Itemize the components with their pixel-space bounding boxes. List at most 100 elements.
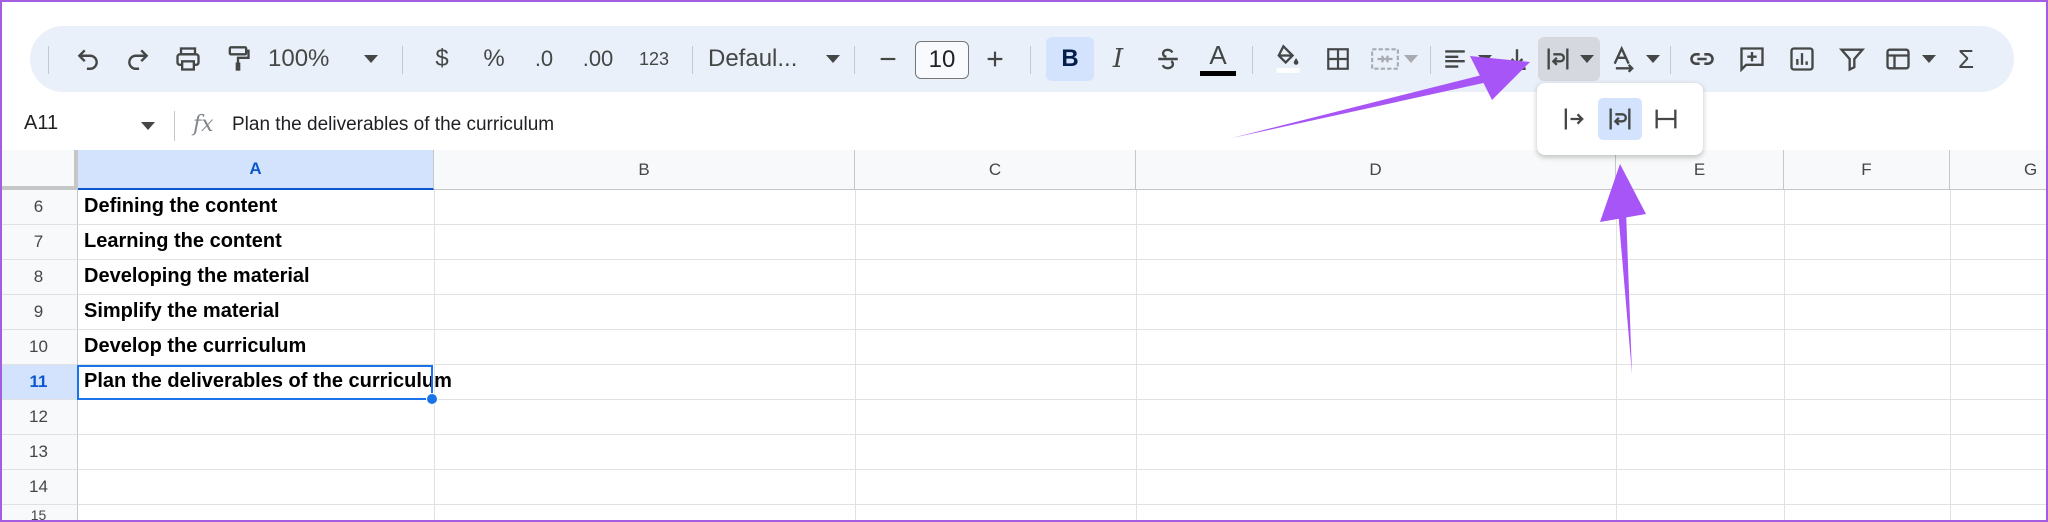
filter-views-button[interactable] [1880, 37, 1940, 81]
toolbar-separator [1430, 46, 1431, 74]
font-size-input[interactable]: 10 [915, 41, 969, 79]
bold-button[interactable]: B [1046, 37, 1094, 81]
table-row [78, 470, 2048, 505]
percent-label: % [483, 45, 505, 72]
borders-icon[interactable] [1316, 37, 1360, 81]
table-row: Simplify the material [78, 295, 2048, 330]
filter-icon[interactable] [1830, 37, 1874, 81]
align-bottom-icon [1508, 49, 1526, 70]
toolbar-separator [1030, 46, 1031, 74]
toolbar-separator [48, 46, 49, 74]
decrease-decimal-label: .0 [534, 46, 554, 71]
overflow-icon[interactable] [1552, 98, 1596, 140]
chevron-down-icon [1646, 55, 1660, 63]
row-header-selected[interactable]: 11 [0, 365, 78, 400]
font-family-value: Defaul... [708, 45, 798, 72]
text-color-button[interactable]: A [1196, 37, 1240, 81]
toolbar-separator [854, 46, 855, 74]
table-row: Defining the content [78, 190, 2048, 225]
row-header[interactable]: 9 [0, 295, 78, 330]
text-wrap-icon [1547, 48, 1569, 70]
fill-handle[interactable] [426, 393, 438, 405]
text-rotation-icon [1613, 45, 1634, 73]
row-header[interactable]: 14 [0, 470, 78, 505]
row-header[interactable]: 13 [0, 435, 78, 470]
print-icon[interactable] [166, 37, 210, 81]
wrap-icon[interactable] [1598, 98, 1642, 140]
row-header[interactable]: 10 [0, 330, 78, 365]
column-header-c[interactable]: C [855, 150, 1136, 190]
clip-icon[interactable] [1644, 98, 1688, 140]
align-left-icon [1445, 50, 1465, 68]
cell-a9[interactable]: Simplify the material [84, 300, 280, 323]
column-header-f[interactable]: F [1784, 150, 1950, 190]
insert-chart-icon[interactable] [1780, 37, 1824, 81]
text-wrapping-button[interactable] [1538, 37, 1600, 81]
text-wrapping-menu [1537, 83, 1703, 155]
merge-cells-button[interactable] [1364, 37, 1424, 81]
column-header-b[interactable]: B [434, 150, 855, 190]
chevron-down-icon [364, 55, 378, 63]
chevron-down-icon [1478, 55, 1492, 63]
fill-color-icon[interactable] [1266, 37, 1310, 81]
merge-cells-icon [1371, 48, 1399, 70]
paint-format-icon[interactable] [216, 37, 260, 81]
insert-link-icon[interactable] [1680, 37, 1724, 81]
horizontal-align-button[interactable] [1438, 37, 1496, 81]
number-format-button[interactable]: 123 [628, 37, 680, 81]
insert-comment-icon[interactable] [1730, 37, 1774, 81]
text-color-swatch [1200, 70, 1236, 76]
formula-separator [174, 111, 175, 141]
row-header[interactable]: 6 [0, 190, 78, 225]
selected-cell-outline [77, 365, 433, 400]
table-row [78, 400, 2048, 435]
row-header[interactable]: 12 [0, 400, 78, 435]
table-row [78, 435, 2048, 470]
text-rotation-button[interactable] [1606, 37, 1664, 81]
increase-decimal-label: .00 [582, 46, 614, 71]
name-box[interactable]: A11 [24, 112, 58, 135]
cell-a8[interactable]: Developing the material [84, 265, 310, 288]
strikethrough-icon[interactable] [1146, 37, 1190, 81]
number-format-label: 123 [638, 48, 670, 69]
column-header-e[interactable]: E [1616, 150, 1784, 190]
table-row: Develop the curriculum [78, 330, 2048, 365]
table-row: Learning the content [78, 225, 2048, 260]
toolbar-separator [1252, 46, 1253, 74]
select-all-corner[interactable] [0, 150, 78, 190]
increase-font-size-icon[interactable] [973, 37, 1017, 81]
fx-icon: fx [193, 112, 214, 137]
bold-label: B [1061, 45, 1079, 72]
zoom-select[interactable]: 100% [268, 37, 378, 81]
chevron-down-icon [1404, 55, 1418, 63]
undo-icon[interactable] [66, 37, 110, 81]
italic-button[interactable]: I [1096, 37, 1140, 81]
column-header-g[interactable]: G [1950, 150, 2048, 190]
chevron-down-icon [1922, 55, 1936, 63]
column-header-d[interactable]: D [1136, 150, 1616, 190]
decrease-font-size-icon[interactable] [866, 37, 910, 81]
row-header[interactable]: 15 [0, 505, 78, 522]
toolbar: 100% $ % .0 .00 123 Defaul... 10 B I A Σ [30, 26, 2014, 92]
increase-decimal-button[interactable]: .00 [570, 37, 626, 81]
zoom-value: 100% [268, 45, 330, 72]
text-color-label: A [1209, 39, 1227, 70]
column-header-a[interactable]: A [78, 150, 434, 190]
chevron-down-icon[interactable] [141, 122, 155, 130]
row-header[interactable]: 7 [0, 225, 78, 260]
percent-format-button[interactable]: % [472, 37, 516, 81]
cell-a10[interactable]: Develop the curriculum [84, 335, 306, 358]
row-header[interactable]: 8 [0, 260, 78, 295]
table-row: Developing the material [78, 260, 2048, 295]
cell-a7[interactable]: Learning the content [84, 230, 282, 253]
functions-button[interactable]: Σ [1944, 37, 1988, 81]
currency-format-button[interactable]: $ [420, 37, 464, 81]
toolbar-separator [402, 46, 403, 74]
formula-input[interactable]: Plan the deliverables of the curriculum [232, 114, 554, 136]
cell-a6[interactable]: Defining the content [84, 195, 277, 218]
sigma-icon: Σ [1957, 43, 1975, 74]
decrease-decimal-button[interactable]: .0 [522, 37, 566, 81]
redo-icon[interactable] [116, 37, 160, 81]
currency-label: $ [435, 45, 449, 72]
font-family-select[interactable]: Defaul... [680, 37, 860, 81]
